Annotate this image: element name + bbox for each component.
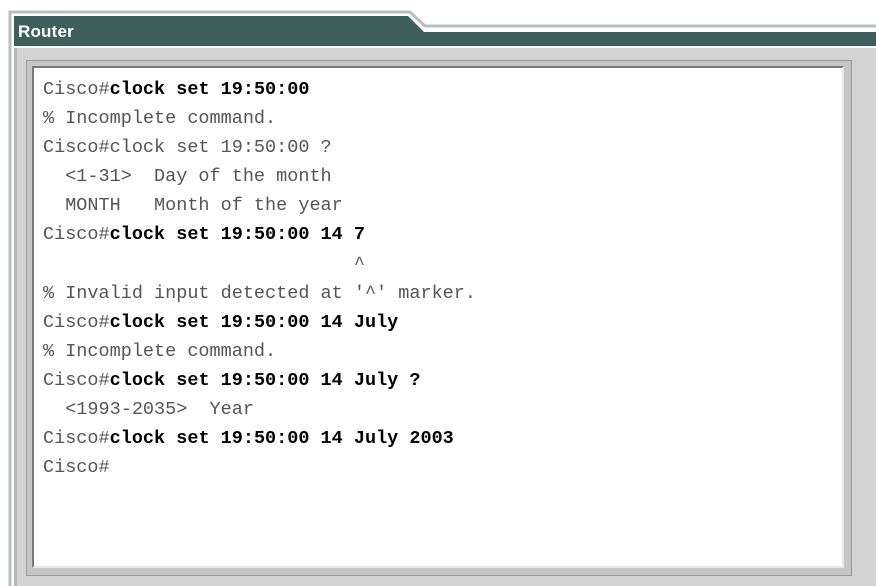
terminal-line: % Incomplete command. xyxy=(43,337,842,366)
line-output: Cisco# xyxy=(43,369,110,391)
line-command: clock set 19:50:00 xyxy=(109,79,310,100)
line-output: Cisco# xyxy=(43,311,110,333)
current-prompt: Cisco# xyxy=(43,457,110,479)
line-output: Cisco# xyxy=(43,224,110,246)
terminal-prompt-line[interactable]: Cisco# xyxy=(43,453,842,482)
terminal-line: % Invalid input detected at '^' marker. xyxy=(43,279,842,308)
line-output: <1993-2035> Year xyxy=(43,399,254,421)
line-command: clock set 19:50:00 14 7 xyxy=(109,224,365,246)
terminal-line: % Incomplete command. xyxy=(43,104,842,133)
line-output: <1-31> Day of the month xyxy=(43,166,332,188)
terminal-line: Cisco#clock set 19:50:00 14 July xyxy=(43,308,842,337)
line-output: Cisco#clock set 19:50:00 ? xyxy=(43,137,332,159)
terminal-line: Cisco#clock set 19:50:00 14 7 xyxy=(43,220,842,249)
terminal-line: ^ xyxy=(43,250,842,279)
line-command: clock set 19:50:00 14 July xyxy=(109,311,399,333)
terminal-line: <1-31> Day of the month xyxy=(43,162,842,191)
line-output: MONTH Month of the year xyxy=(43,195,343,217)
line-output: Cisco# xyxy=(43,79,110,100)
error-caret: ^ xyxy=(43,253,365,275)
line-output: Cisco# xyxy=(43,428,110,450)
terminal-line: <1993-2035> Year xyxy=(43,395,842,424)
terminal-console[interactable]: Cisco#clock set 19:50:00 % Incomplete co… xyxy=(32,66,844,568)
line-output: % Incomplete command. xyxy=(43,340,277,362)
line-output: % Incomplete command. xyxy=(43,108,277,130)
line-output: % Invalid input detected at '^' marker. xyxy=(43,282,476,304)
line-command: clock set 19:50:00 14 July ? xyxy=(109,369,421,391)
line-command: clock set 19:50:00 14 July 2003 xyxy=(109,428,454,450)
terminal-line: Cisco#clock set 19:50:00 ? xyxy=(43,133,842,162)
terminal-line: Cisco#clock set 19:50:00 14 July ? xyxy=(43,366,842,395)
window-title: Router xyxy=(18,22,74,41)
terminal-line: MONTH Month of the year xyxy=(43,191,842,220)
terminal-line: Cisco#clock set 19:50:00 xyxy=(43,75,842,104)
terminal-line: Cisco#clock set 19:50:00 14 July 2003 xyxy=(43,424,842,453)
